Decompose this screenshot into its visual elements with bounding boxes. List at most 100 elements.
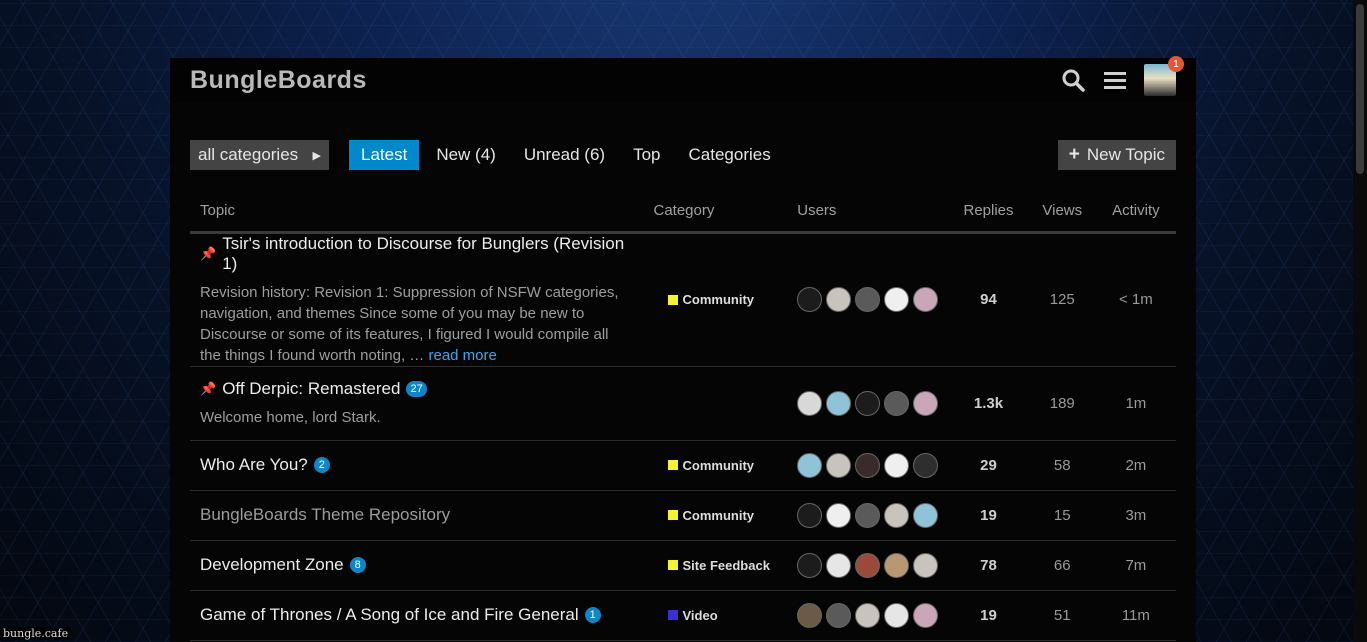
filter-new[interactable]: New (4) (422, 140, 510, 170)
column-replies[interactable]: Replies (948, 190, 1029, 234)
users-cell (787, 440, 949, 491)
poster-avatar[interactable] (826, 287, 852, 312)
users-cell (787, 490, 949, 541)
filter-unread[interactable]: Unread (6) (510, 140, 619, 170)
poster-avatar[interactable] (826, 502, 852, 528)
topic-title[interactable]: BungleBoards Theme Repository (200, 505, 450, 525)
column-category[interactable]: Category (643, 190, 788, 234)
poster-avatar[interactable] (797, 452, 823, 478)
column-activity[interactable]: Activity (1095, 190, 1176, 234)
poster-avatar[interactable] (797, 502, 823, 528)
scrollbar-thumb[interactable] (1356, 4, 1364, 174)
replies-count: 94 (948, 232, 1029, 367)
poster-avatar[interactable] (855, 390, 881, 416)
views-count: 189 (1028, 366, 1096, 441)
site-logo[interactable]: BungleBoards (190, 66, 367, 95)
category-badge[interactable]: Community (654, 458, 778, 473)
activity-time[interactable]: 2m (1095, 440, 1176, 491)
category-badge[interactable]: Video (654, 608, 778, 623)
topic-row[interactable]: Who Are You? 2 Community 29 58 2m (190, 440, 1176, 491)
filter-categories[interactable]: Categories (675, 140, 785, 170)
filter-top[interactable]: Top (619, 140, 674, 170)
poster-avatars (797, 502, 939, 528)
topic-title-line: Who Are You? 2 (200, 455, 634, 475)
poster-avatar[interactable] (826, 452, 852, 478)
users-cell (787, 540, 949, 591)
scrollbar[interactable] (1353, 0, 1367, 642)
poster-avatar[interactable] (884, 452, 910, 478)
column-users: Users (787, 190, 949, 234)
poster-avatar[interactable] (913, 452, 939, 478)
poster-avatar[interactable] (884, 552, 910, 578)
views-count: 125 (1028, 232, 1096, 367)
unread-count-badge[interactable]: 1 (584, 607, 601, 623)
read-more-link[interactable]: read more (428, 347, 496, 364)
activity-time[interactable]: < 1m (1095, 232, 1176, 367)
poster-avatar[interactable] (884, 287, 910, 312)
status-bar-url: bungle.cafe (0, 627, 72, 640)
poster-avatar[interactable] (797, 602, 823, 628)
poster-avatar[interactable] (884, 502, 910, 528)
category-badge[interactable]: Community (654, 292, 778, 307)
search-icon[interactable] (1060, 67, 1086, 93)
poster-avatar[interactable] (826, 390, 852, 416)
column-views[interactable]: Views (1028, 190, 1096, 234)
activity-time[interactable]: 7m (1095, 540, 1176, 591)
site-header: BungleBoards 1 (170, 56, 1196, 102)
poster-avatar[interactable] (855, 602, 881, 628)
poster-avatar[interactable] (884, 602, 910, 628)
poster-avatar[interactable] (884, 390, 910, 416)
poster-avatar[interactable] (797, 552, 823, 578)
category-name: Community (682, 457, 755, 473)
poster-avatar[interactable] (855, 502, 881, 528)
activity-time[interactable]: 3m (1095, 490, 1176, 541)
poster-avatar[interactable] (913, 552, 939, 578)
category-dropdown[interactable]: all categories ▶ (190, 140, 329, 170)
poster-avatar[interactable] (913, 602, 939, 628)
category-color-swatch (667, 510, 678, 520)
topic-cell: BungleBoards Theme Repository (190, 490, 644, 541)
poster-avatar[interactable] (826, 602, 852, 628)
category-dropdown-label: all categories (198, 145, 299, 164)
activity-time[interactable]: 11m (1095, 590, 1176, 641)
topic-cell: Development Zone 8 (190, 540, 644, 591)
poster-avatar[interactable] (797, 287, 823, 312)
poster-avatar[interactable] (797, 390, 823, 416)
category-badge[interactable]: Site Feedback (654, 558, 778, 573)
filter-latest[interactable]: Latest (349, 140, 420, 170)
poster-avatar[interactable] (855, 287, 881, 312)
topic-row[interactable]: Development Zone 8 Site Feedback 78 66 7m (190, 540, 1176, 591)
topic-title[interactable]: Game of Thrones / A Song of Ice and Fire… (200, 605, 579, 625)
current-user-avatar[interactable]: 1 (1144, 56, 1184, 96)
topic-title[interactable]: Who Are You? (200, 455, 308, 475)
poster-avatar[interactable] (913, 502, 939, 528)
poster-avatar[interactable] (855, 552, 881, 578)
unread-count-badge[interactable]: 27 (406, 380, 427, 397)
topic-title[interactable]: Off Derpic: Remastered (222, 379, 400, 399)
new-topic-button[interactable]: + New Topic (1057, 140, 1176, 170)
topic-row[interactable]: BungleBoards Theme Repository Community … (190, 490, 1176, 541)
poster-avatar[interactable] (855, 452, 881, 478)
unread-count-badge[interactable]: 2 (313, 457, 330, 473)
notification-badge: 1 (1168, 56, 1184, 72)
activity-time[interactable]: 1m (1095, 366, 1176, 441)
column-topic[interactable]: Topic (190, 190, 644, 234)
poster-avatars (797, 552, 939, 578)
topic-row[interactable]: 📌 Tsir's introduction to Discourse for Bu… (190, 232, 1176, 367)
replies-count: 19 (948, 490, 1029, 541)
poster-avatar[interactable] (826, 552, 852, 578)
unread-count-badge[interactable]: 8 (349, 557, 366, 573)
topic-row[interactable]: Game of Thrones / A Song of Ice and Fire… (190, 590, 1176, 641)
topic-title[interactable]: Development Zone (200, 555, 344, 575)
poster-avatar[interactable] (913, 390, 939, 416)
views-count: 51 (1028, 590, 1096, 641)
topic-row[interactable]: 📌 Off Derpic: Remastered 27 Welcome home, … (190, 366, 1176, 441)
hamburger-menu-icon[interactable] (1102, 67, 1128, 93)
pin-icon: 📌 (200, 245, 217, 261)
topic-title-line: Development Zone 8 (200, 555, 634, 575)
category-name: Video (682, 607, 718, 623)
category-badge[interactable]: Community (654, 508, 778, 523)
poster-avatar[interactable] (913, 287, 939, 312)
topic-title[interactable]: Tsir's introduction to Discourse for Bun… (222, 234, 633, 274)
topic-cell: Who Are You? 2 (190, 440, 644, 491)
